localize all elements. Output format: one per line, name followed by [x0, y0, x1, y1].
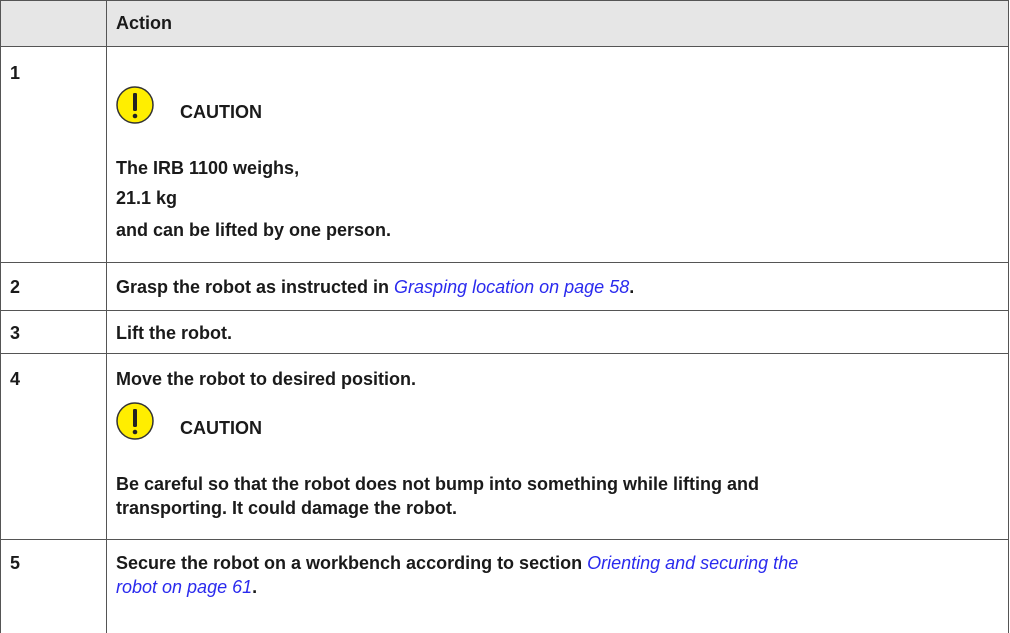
step-number: 3: [10, 323, 21, 343]
rule: [0, 310, 1009, 311]
action-text: Be careful so that the robot does not bu…: [116, 474, 759, 494]
action-text: transporting. It could damage the robot.: [116, 498, 458, 518]
action-text: .: [252, 577, 258, 597]
action-text: 21.1 kg: [116, 188, 178, 208]
step-number: 4: [10, 369, 21, 389]
action-text: robot on page 61.: [116, 576, 257, 598]
action-text: Grasp the robot as instructed in: [116, 277, 395, 297]
step-number: 1: [10, 63, 21, 83]
action-text: Secure the robot on a workbench accordin…: [116, 552, 798, 574]
rule: [0, 353, 1009, 354]
caution-label: CAUTION: [180, 102, 262, 122]
rule: [106, 0, 107, 633]
action-text: Move the robot to desired position.: [116, 369, 417, 389]
action-text: The IRB 1100 weighs,: [116, 158, 300, 178]
cross-reference-link[interactable]: robot on page 61: [116, 577, 252, 597]
action-text: Grasp the robot as instructed in Graspin…: [116, 276, 634, 298]
action-text: Secure the robot on a workbench accordin…: [116, 553, 588, 573]
action-text: Lift the robot.: [116, 323, 232, 343]
exclamation-warning-icon: [116, 86, 154, 124]
step-number: 2: [10, 277, 21, 297]
rule: [0, 46, 1009, 47]
caution-label: CAUTION: [180, 418, 262, 438]
exclamation-warning-icon: [116, 402, 154, 440]
rule: [0, 0, 1, 633]
rule: [0, 539, 1009, 540]
cross-reference-link[interactable]: Orienting and securing the: [587, 553, 798, 573]
rule: [0, 262, 1009, 263]
action-text: .: [629, 277, 635, 297]
instruction-table: Action 1 CAUTION The IRB 1100 weighs, 21…: [0, 0, 1009, 633]
header-action: Action: [116, 13, 172, 33]
cross-reference-link[interactable]: Grasping location on page 58: [394, 277, 629, 297]
rule: [0, 0, 1009, 1]
rule: [1008, 0, 1009, 633]
step-number: 5: [10, 553, 21, 573]
action-text: and can be lifted by one person.: [116, 220, 392, 240]
